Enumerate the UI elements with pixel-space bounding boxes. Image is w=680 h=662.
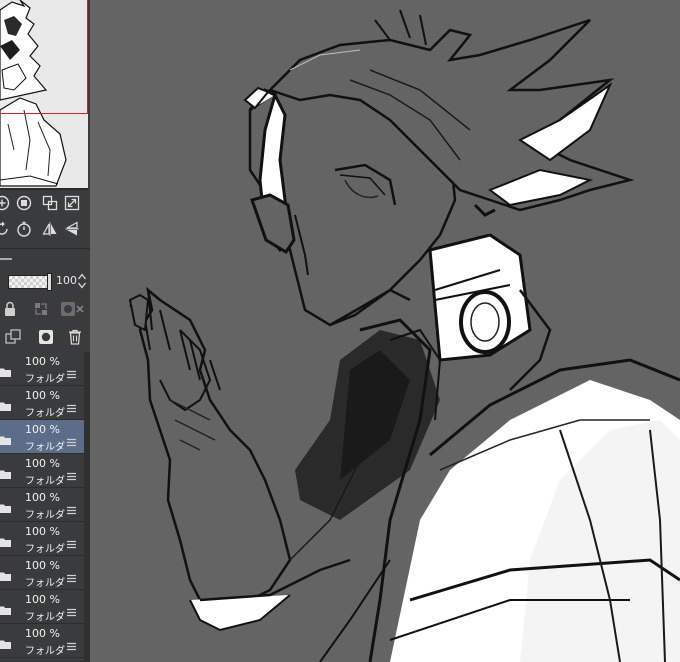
folder-icon xyxy=(0,396,11,411)
view-frame[interactable] xyxy=(0,0,88,114)
layer-name-label: フォルダ xyxy=(25,578,65,589)
drag-handle-icon[interactable] xyxy=(67,602,76,617)
layer-opacity-label: 100 % xyxy=(25,525,60,538)
navigator-preview[interactable] xyxy=(0,0,88,190)
drawing-canvas[interactable] xyxy=(90,0,680,662)
drag-handle-icon[interactable] xyxy=(67,636,76,651)
folder-icon xyxy=(0,634,11,649)
layer-opacity-label: 100 % xyxy=(25,457,60,470)
opacity-slider-handle[interactable] xyxy=(47,273,52,291)
folder-icon xyxy=(0,464,11,479)
layer-opacity-label: 100 % xyxy=(25,559,60,572)
tool-row-2 xyxy=(0,216,90,242)
folder-icon xyxy=(0,600,11,615)
layer-row[interactable]: 100 % フォルダ xyxy=(0,522,84,556)
drag-handle-icon[interactable] xyxy=(67,432,76,447)
palette-tab[interactable] xyxy=(0,258,12,260)
layer-row[interactable]: 100 % フォルダ xyxy=(0,488,84,522)
lock-icon[interactable] xyxy=(1,300,19,318)
drag-handle-icon[interactable] xyxy=(67,500,76,515)
layer-row[interactable]: 100 % フォルダ xyxy=(0,624,84,658)
trash-icon[interactable] xyxy=(66,328,84,346)
layer-row[interactable]: 100 % フォルダ xyxy=(0,352,84,386)
reference-icon[interactable] xyxy=(32,300,50,318)
layer-row[interactable]: 100 % フォルダ xyxy=(0,420,84,454)
drag-handle-icon[interactable] xyxy=(67,398,76,413)
layer-row[interactable]: 100 % フォルダ xyxy=(0,386,84,420)
side-panel: 100 100 % フォルダ 100 % フォルダ 100 % フォルダ 100 % フォルダ… xyxy=(0,0,90,662)
plus-circle-icon[interactable] xyxy=(0,195,10,211)
folder-icon xyxy=(0,566,11,581)
drag-handle-icon[interactable] xyxy=(67,364,76,379)
drag-handle-icon[interactable] xyxy=(67,568,76,583)
flip-horizontal-icon[interactable] xyxy=(42,221,58,237)
layer-opacity-label: 100 % xyxy=(25,491,60,504)
layer-opacity-label: 100 % xyxy=(25,355,60,368)
layer-name-label: フォルダ xyxy=(25,612,65,623)
folder-icon xyxy=(0,430,11,445)
folder-icon xyxy=(0,362,11,377)
layer-row[interactable]: 100 % フォルダ xyxy=(0,590,84,624)
layer-name-label: フォルダ xyxy=(25,476,65,487)
layer-opacity-label: 100 % xyxy=(25,627,60,640)
layer-row[interactable]: 100 % フォルダ xyxy=(0,454,84,488)
layer-row[interactable]: 100 % フォルダ xyxy=(0,556,84,590)
opacity-value[interactable]: 100 xyxy=(56,274,77,287)
layer-name-label: フォルダ xyxy=(25,408,65,419)
layer-icon-row-2 xyxy=(0,326,90,348)
copy-icon[interactable] xyxy=(4,328,22,346)
sketch-artwork xyxy=(90,0,680,662)
layer-name-label: フォルダ xyxy=(25,510,65,521)
layer-opacity-label: 100 % xyxy=(25,389,60,402)
palette-divider xyxy=(0,248,90,259)
layer-opacity-label: 100 % xyxy=(25,593,60,606)
stop-circle-icon[interactable] xyxy=(16,195,32,211)
layer-name-label: フォルダ xyxy=(25,374,65,385)
rotate-icon[interactable] xyxy=(0,221,10,237)
layer-opacity-label: 100 % xyxy=(25,423,60,436)
mask-icon[interactable] xyxy=(37,328,55,346)
folder-icon xyxy=(0,532,11,547)
layer-opacity-control: 100 xyxy=(0,270,90,292)
layer-name-label: フォルダ xyxy=(25,544,65,555)
opacity-slider[interactable] xyxy=(8,275,52,289)
layer-name-label: フォルダ xyxy=(25,646,65,657)
expand-icon[interactable] xyxy=(64,195,80,211)
drag-handle-icon[interactable] xyxy=(67,534,76,549)
transform-icon[interactable] xyxy=(42,195,58,211)
layer-name-label: フォルダ xyxy=(25,442,65,453)
tool-row-1 xyxy=(0,190,90,216)
layer-list: 100 % フォルダ 100 % フォルダ 100 % フォルダ 100 % フォルダ 100 … xyxy=(0,352,90,662)
folder-icon xyxy=(0,498,11,513)
flip-vertical-icon[interactable] xyxy=(64,221,80,237)
layer-icon-row-1 xyxy=(0,298,90,320)
opacity-spinner-icon[interactable] xyxy=(77,272,87,290)
drag-handle-icon[interactable] xyxy=(67,466,76,481)
clip-icon[interactable] xyxy=(60,300,86,318)
timer-icon[interactable] xyxy=(16,221,32,237)
